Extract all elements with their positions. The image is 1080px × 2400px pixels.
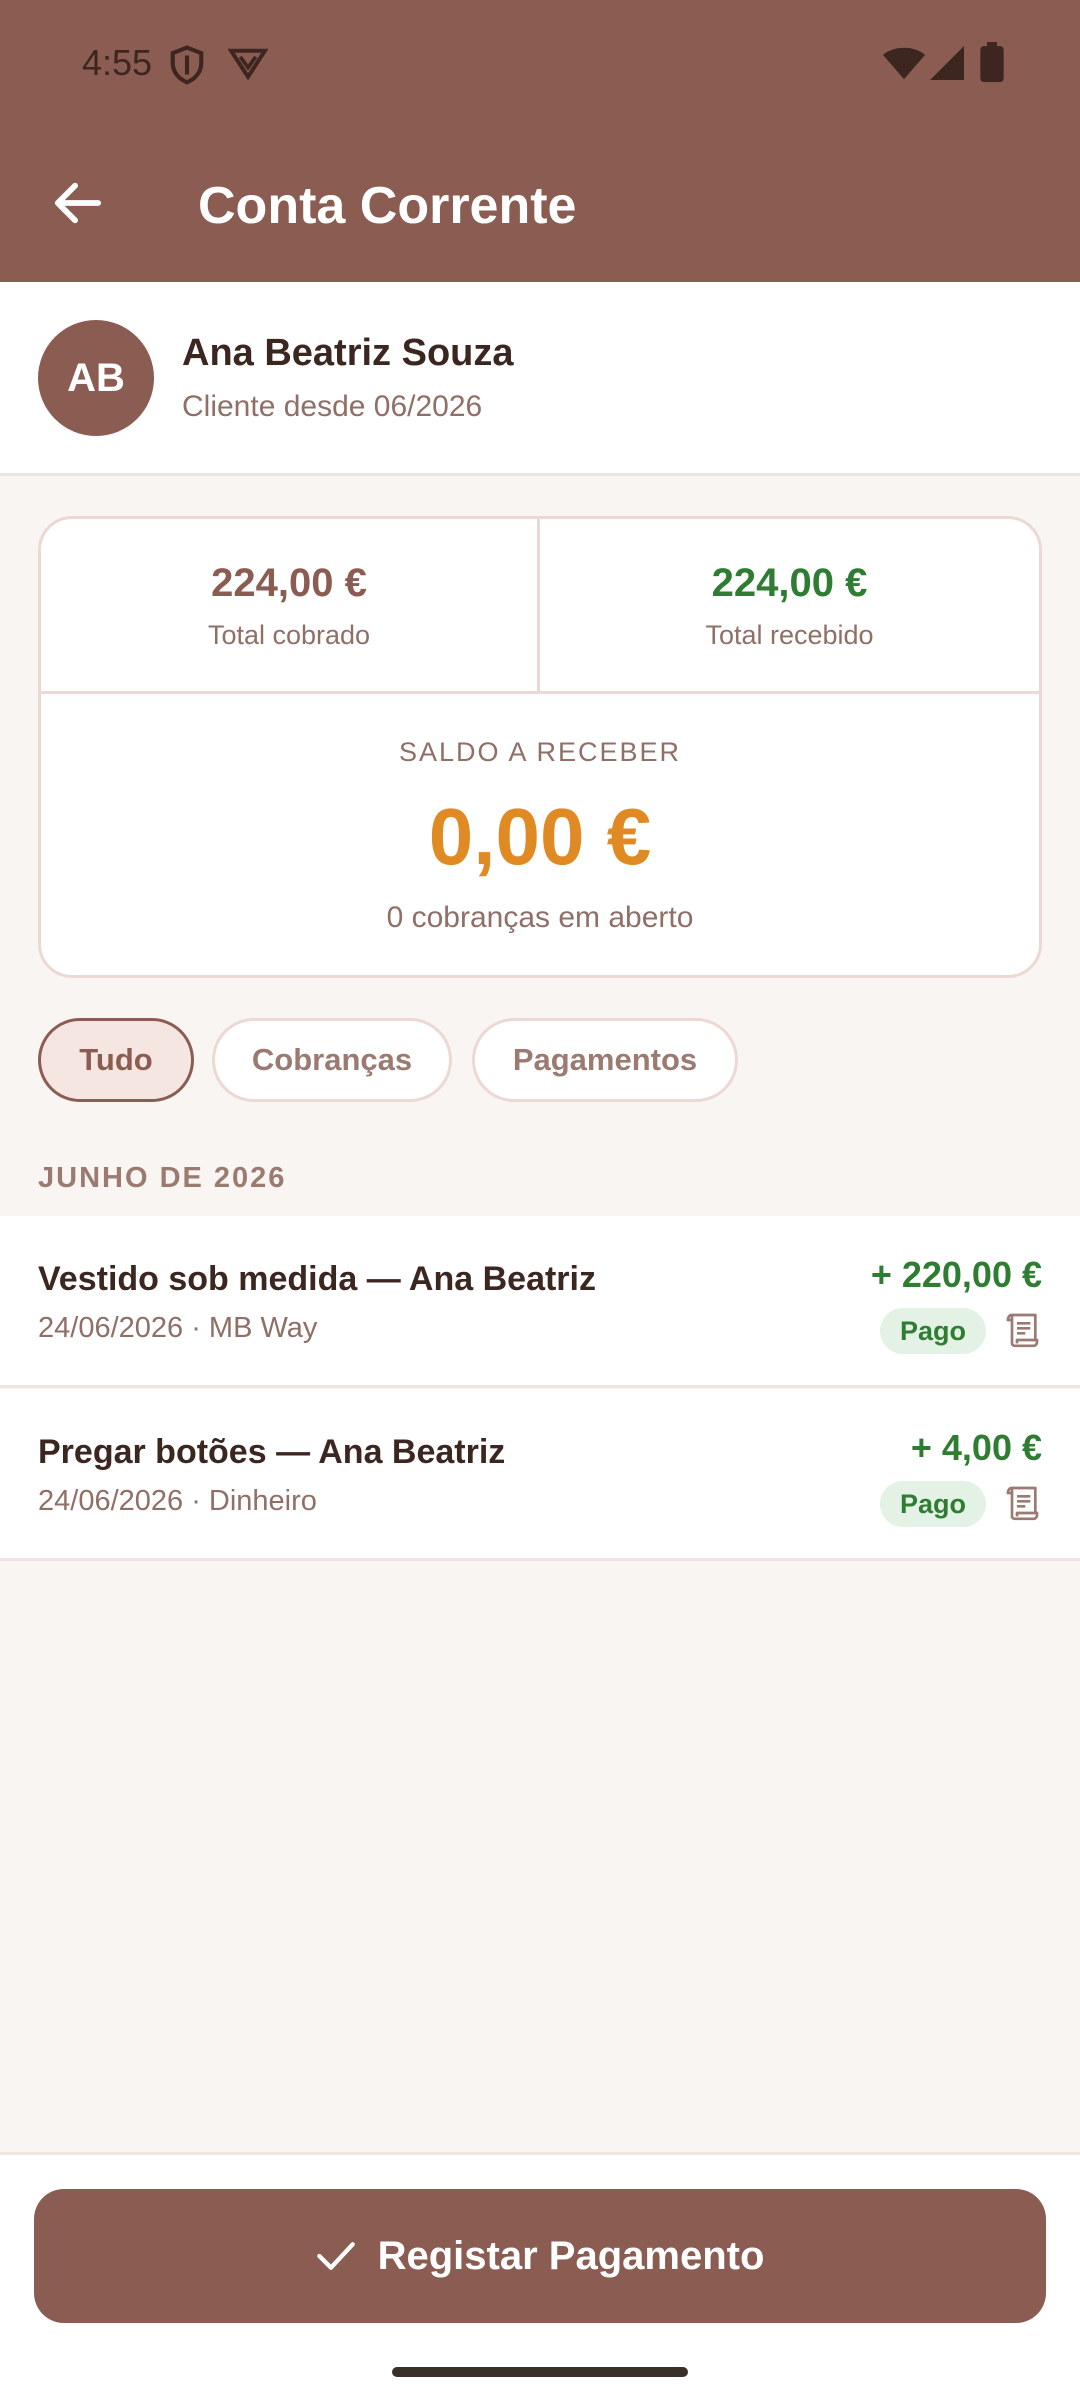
client-header: AB Ana Beatriz Souza Cliente desde 06/20…	[0, 282, 1080, 476]
divider	[41, 691, 1039, 694]
total-charged-label: Total cobrado	[207, 620, 371, 650]
transaction-title: Vestido sob medida — Ana Beatriz	[38, 1260, 596, 1298]
balance-label: SALDO A RECEBER	[398, 737, 682, 767]
app-bar: 4:55 Conta Corrente	[0, 0, 1080, 282]
battery-icon	[980, 42, 1004, 87]
page-title: Conta Corrente	[198, 177, 577, 235]
status-badge: Pago	[879, 1308, 986, 1354]
filter-chip-charges[interactable]: Cobranças	[212, 1018, 452, 1102]
vpn-icon	[227, 44, 269, 87]
receipt-icon[interactable]	[1002, 1310, 1042, 1350]
wifi-icon	[882, 46, 926, 87]
status-badge: Pago	[879, 1481, 986, 1527]
total-charged: 224,00 € Total cobrado	[41, 519, 540, 691]
filter-chip-all[interactable]: Tudo	[38, 1018, 194, 1102]
total-received-amount: 224,00 €	[711, 561, 868, 605]
transaction-subtitle: 24/06/2026 · MB Way	[38, 1312, 318, 1344]
balance-amount: 0,00 €	[428, 792, 652, 881]
home-indicator[interactable]	[392, 2367, 688, 2377]
transaction-row[interactable]: Pregar botões — Ana Beatriz 24/06/2026 ·…	[0, 1389, 1080, 1561]
balance-summary-card: 224,00 € Total cobrado 224,00 € Total re…	[38, 516, 1042, 978]
client-since: Cliente desde 06/2026	[182, 390, 483, 423]
avatar: AB	[38, 320, 154, 436]
open-charges-count: 0 cobranças em aberto	[386, 901, 694, 934]
transaction-title: Pregar botões — Ana Beatriz	[38, 1433, 506, 1471]
total-charged-amount: 224,00 €	[211, 561, 367, 605]
register-payment-button[interactable]: Registar Pagamento	[34, 2189, 1046, 2323]
back-button[interactable]	[46, 172, 108, 234]
month-section-title: JUNHO DE 2026	[38, 1162, 287, 1194]
arrow-left-icon	[54, 182, 102, 224]
transaction-subtitle: 24/06/2026 · Dinheiro	[38, 1485, 317, 1517]
check-icon	[316, 2242, 355, 2270]
register-payment-label: Registar Pagamento	[377, 2233, 765, 2278]
transaction-row[interactable]: Vestido sob medida — Ana Beatriz 24/06/2…	[0, 1216, 1080, 1388]
status-time: 4:55	[82, 42, 153, 83]
signal-icon	[930, 46, 964, 85]
status-bar: 4:55	[0, 0, 1080, 130]
client-name: Ana Beatriz Souza	[182, 332, 514, 374]
bottom-action-bar: Registar Pagamento	[0, 2152, 1080, 2400]
total-received: 224,00 € Total recebido	[540, 519, 1039, 691]
filter-chip-payments[interactable]: Pagamentos	[472, 1018, 738, 1102]
transaction-amount: + 4,00 €	[910, 1427, 1042, 1468]
transaction-amount: + 220,00 €	[870, 1254, 1042, 1295]
receipt-icon[interactable]	[1002, 1483, 1042, 1523]
shield-icon	[168, 44, 206, 91]
total-received-label: Total recebido	[705, 620, 874, 650]
